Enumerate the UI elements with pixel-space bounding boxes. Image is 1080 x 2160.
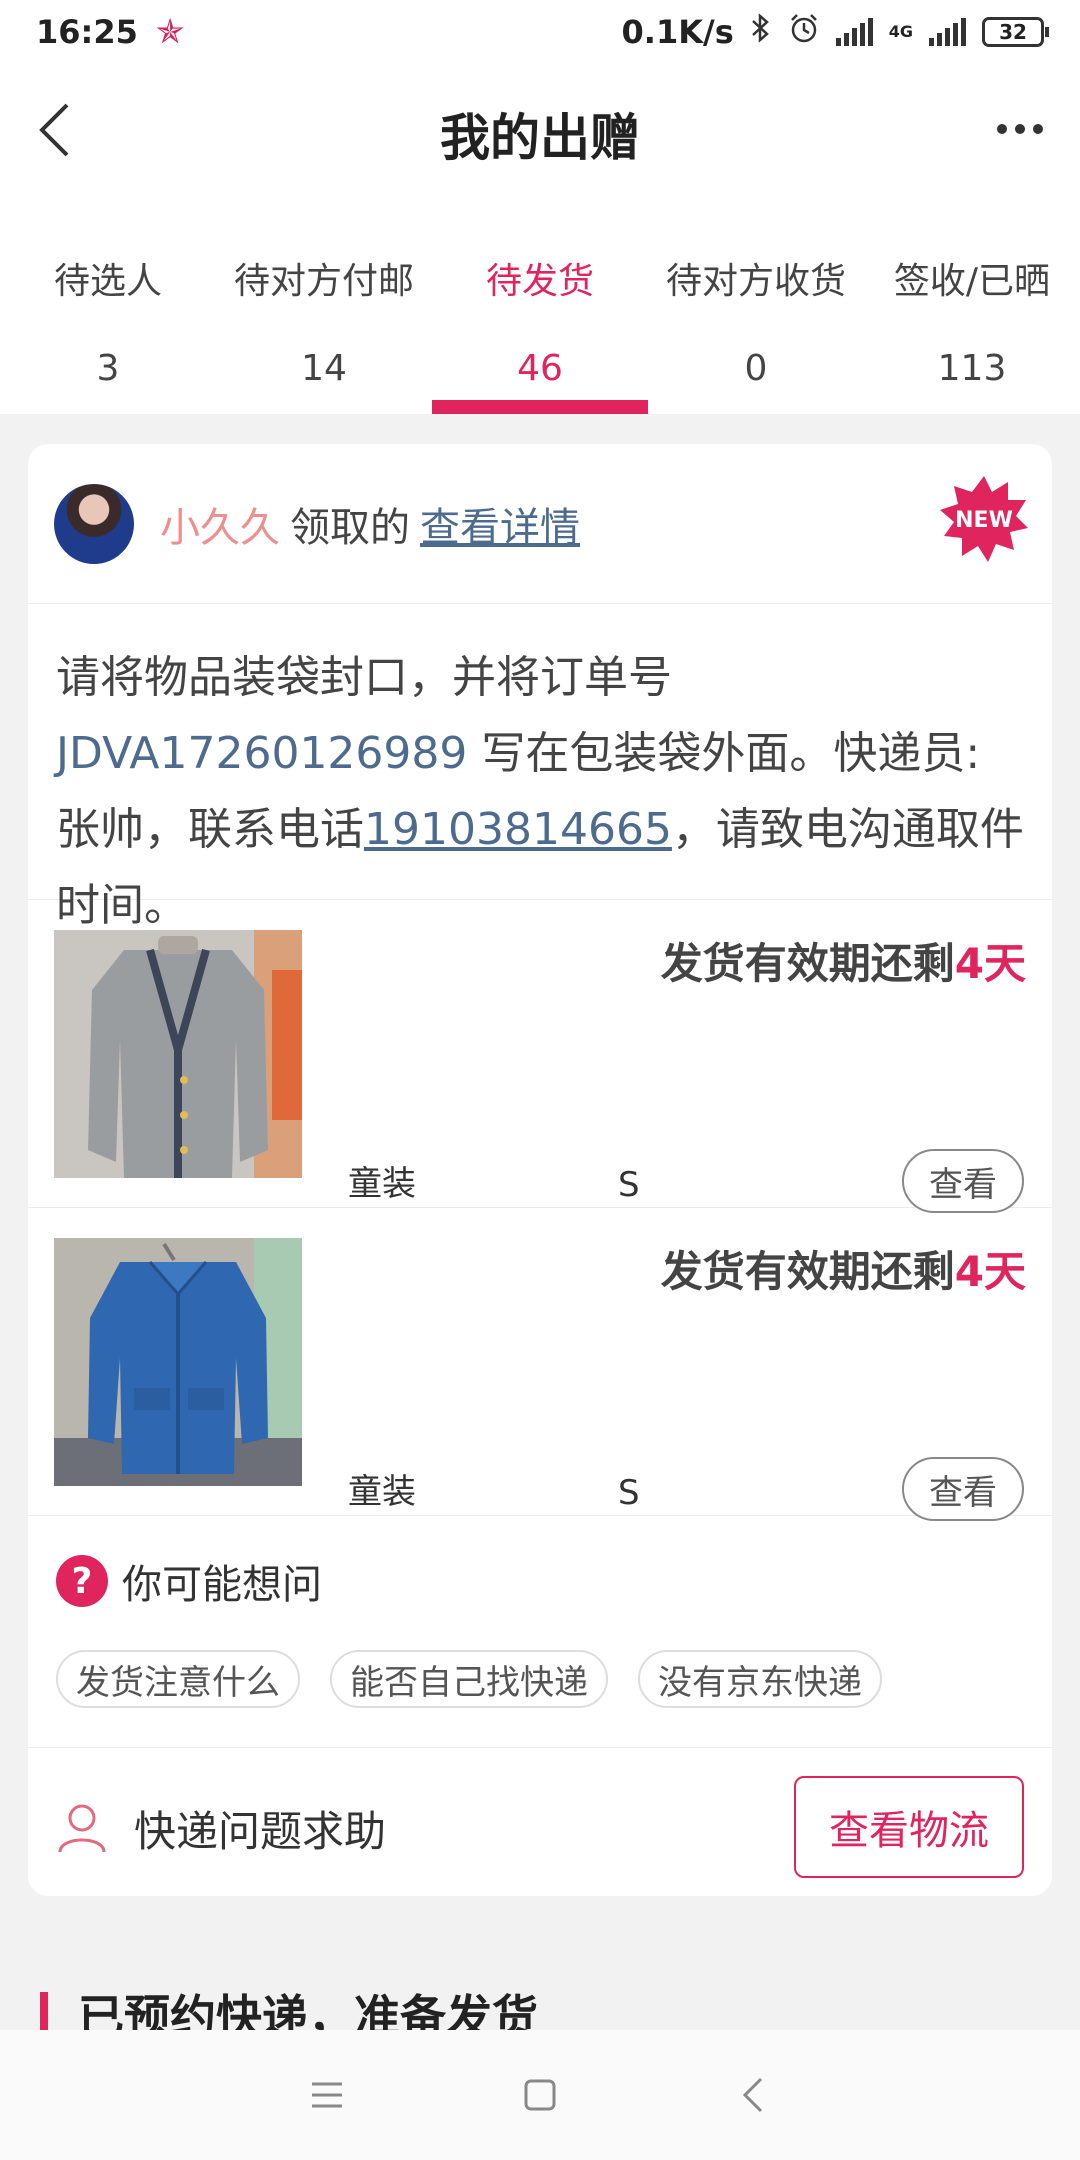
faq-title-text: 你可能想问: [122, 1562, 322, 1608]
new-badge: NEW: [938, 474, 1030, 566]
tab-pending-postage[interactable]: 待对方付邮 14: [216, 204, 432, 414]
person-icon: [58, 1804, 106, 1853]
shipping-deadline: 发货有效期还剩4天: [661, 1238, 1026, 1299]
shipping-deadline: 发货有效期还剩4天: [661, 930, 1026, 991]
app-header: 我的出赠: [0, 64, 1080, 204]
user-name[interactable]: 小久久: [160, 505, 280, 551]
faq-title: ? 你可能想问: [56, 1552, 1024, 1610]
tab-signed-shared[interactable]: 签收/已晒 113: [864, 204, 1080, 414]
signal-icon-2: [929, 18, 966, 46]
tab-count: 46: [517, 348, 563, 389]
more-dots-icon: [997, 124, 1043, 134]
tab-pending-shipment[interactable]: 待发货 46: [432, 204, 648, 414]
faq-chips: 发货注意什么 能否自己找快递 没有京东快递: [56, 1650, 1024, 1708]
item-category: 童装: [348, 1472, 416, 1512]
network-type: 4G: [888, 22, 913, 41]
order-number: JDVA17260126989: [56, 728, 468, 779]
item-category: 童装: [348, 1164, 416, 1204]
item-size: S: [618, 1473, 640, 1513]
page-title: 我的出赠: [440, 109, 640, 167]
tab-count: 113: [937, 348, 1007, 389]
faq-section: ? 你可能想问 发货注意什么 能否自己找快递 没有京东快递: [28, 1516, 1052, 1748]
tab-label: 待选人: [53, 261, 162, 302]
status-tabs: 待选人 3 待对方付邮 14 待发货 46 待对方收货 0 签收/已晒 113: [0, 204, 1080, 414]
item-photo-blue-jacket[interactable]: [54, 1238, 302, 1486]
tab-label: 签收/已晒: [893, 261, 1051, 302]
faq-chip[interactable]: 发货注意什么: [56, 1650, 300, 1708]
deadline-prefix: 发货有效期还剩: [660, 1247, 955, 1296]
view-item-button[interactable]: 查看: [902, 1457, 1024, 1521]
tab-label: 待对方付邮: [233, 261, 414, 302]
alarm-icon: [788, 12, 820, 52]
network-speed: 0.1K/s: [621, 13, 734, 51]
status-bar: 16:25 ✯ 0.1K/s 4G 32: [0, 0, 1080, 64]
tab-pending-select[interactable]: 待选人 3: [0, 204, 216, 414]
more-button[interactable]: [990, 104, 1050, 154]
status-time: 16:25: [36, 13, 138, 51]
system-back-button[interactable]: [723, 2065, 783, 2125]
bluetooth-icon: [750, 12, 772, 52]
view-details-link[interactable]: 查看详情: [420, 505, 580, 551]
star-notification-icon: ✯: [155, 12, 185, 52]
menu-icon: [311, 2082, 342, 2108]
view-item-button[interactable]: 查看: [902, 1149, 1024, 1213]
tab-label: 待发货: [485, 261, 594, 302]
card-header: 小久久 领取的 查看详情 NEW: [28, 444, 1052, 604]
deadline-days: 4天: [954, 939, 1026, 988]
question-icon: ?: [56, 1555, 108, 1607]
deadline-prefix: 发货有效期还剩: [660, 939, 955, 988]
courier-phone-link[interactable]: 19103814665: [364, 804, 672, 855]
instructions-text-1: 请将物品装袋封口，并将订单号: [56, 652, 672, 703]
tab-count: 3: [96, 348, 120, 389]
signal-icon: [835, 18, 873, 46]
tab-label: 待对方收货: [665, 261, 846, 302]
home-square-icon: [524, 2079, 556, 2111]
order-card: 小久久 领取的 查看详情 NEW 请将物品装袋封口，并将订单号 JDVA172601…: [28, 444, 1052, 1896]
faq-chip[interactable]: 能否自己找快递: [330, 1650, 608, 1708]
item-size: S: [618, 1165, 640, 1205]
courier-help-row[interactable]: 快递问题求助 查看物流: [28, 1748, 1052, 1896]
back-arrow-icon: [743, 2077, 763, 2113]
courier-help-label: 快递问题求助: [134, 1806, 387, 1856]
donation-item: 发货有效期还剩4天 童装 S 查看: [28, 1208, 1052, 1521]
tab-pending-receipt[interactable]: 待对方收货 0: [648, 204, 864, 414]
chevron-left-icon: [39, 103, 69, 157]
avatar[interactable]: [54, 483, 134, 564]
home-button[interactable]: [510, 2065, 570, 2125]
system-nav-bar: [0, 2030, 1080, 2160]
donation-item: 发货有效期还剩4天 童装 S 查看: [28, 900, 1052, 1213]
new-badge-label: NEW: [955, 507, 1013, 533]
view-logistics-button[interactable]: 查看物流: [794, 1776, 1024, 1878]
deadline-days: 4天: [954, 1247, 1026, 1296]
tab-count: 0: [744, 348, 768, 389]
back-button[interactable]: [24, 100, 84, 160]
receiver-info: 小久久 领取的 查看详情: [160, 495, 580, 553]
faq-chip[interactable]: 没有京东快递: [638, 1650, 882, 1708]
battery-icon: 32: [982, 17, 1049, 47]
menu-button[interactable]: [297, 2065, 357, 2125]
received-text: 领取的: [290, 504, 410, 551]
status-right: 0.1K/s 4G 32: [621, 12, 1049, 52]
battery-level: 32: [999, 20, 1027, 44]
shipping-instructions: 请将物品装袋封口，并将订单号 JDVA17260126989 写在包装袋外面。快…: [28, 604, 1052, 931]
tab-count: 14: [301, 348, 347, 389]
item-photo-gray-cardigan[interactable]: [54, 930, 302, 1178]
